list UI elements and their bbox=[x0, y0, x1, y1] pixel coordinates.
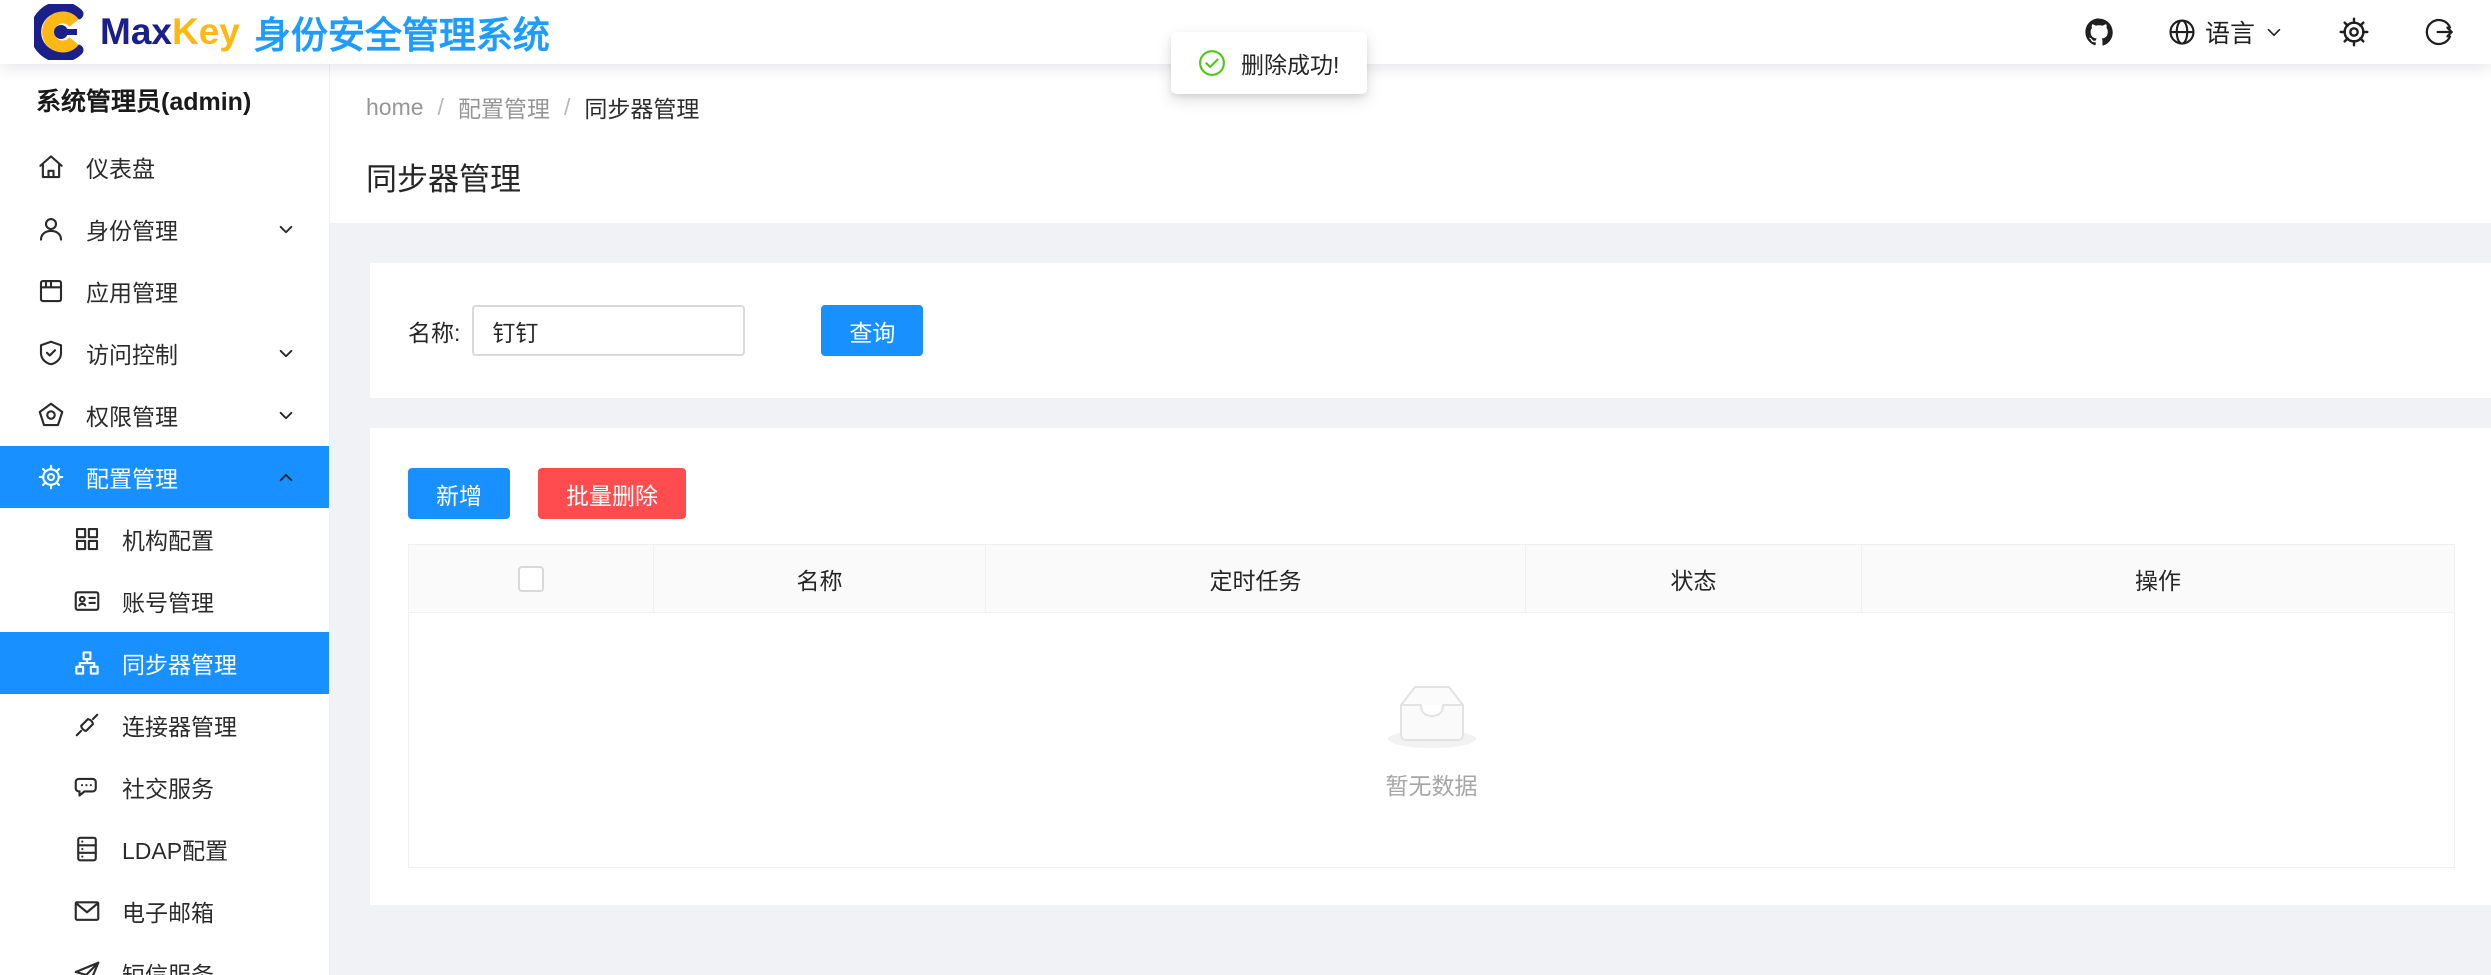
sidebar-menu: 仪表盘身份管理应用管理访问控制权限管理配置管理机构配置账号管理同步器管理连接器管… bbox=[0, 136, 329, 975]
pentagon-icon bbox=[36, 400, 66, 430]
comment-icon bbox=[72, 772, 102, 802]
column-label: 名称 bbox=[797, 568, 843, 594]
query-button[interactable]: 查询 bbox=[821, 305, 923, 356]
brand-name: MaxKey bbox=[100, 11, 240, 53]
sidebar-item-label: 同步器管理 bbox=[122, 646, 299, 680]
sidebar-item-3[interactable]: 访问控制 bbox=[0, 322, 329, 384]
sidebar-item-13[interactable]: 短信服务 bbox=[0, 942, 329, 975]
batch-delete-button[interactable]: 批量删除 bbox=[538, 468, 686, 519]
sidebar-item-label: 连接器管理 bbox=[122, 708, 299, 742]
grid-icon bbox=[72, 524, 102, 554]
brand-logo-link[interactable]: MaxKey 身份安全管理系统 bbox=[34, 4, 550, 60]
send-icon bbox=[72, 958, 102, 975]
sidebar-item-label: 短信服务 bbox=[122, 956, 299, 975]
sidebar-item-label: 身份管理 bbox=[86, 212, 273, 246]
toolbar: 新增 批量删除 bbox=[408, 468, 2491, 519]
column-header-4: 操作 bbox=[1862, 545, 2455, 613]
plug-icon bbox=[72, 710, 102, 740]
sidebar-item-7[interactable]: 账号管理 bbox=[0, 570, 329, 632]
gear-icon bbox=[36, 462, 66, 492]
sidebar-item-4[interactable]: 权限管理 bbox=[0, 384, 329, 446]
page-title: 同步器管理 bbox=[366, 154, 2455, 199]
breadcrumb: home / 配置管理 / 同步器管理 bbox=[366, 90, 2455, 124]
column-header-1: 名称 bbox=[654, 545, 986, 613]
search-panel: 名称: 查询 bbox=[370, 263, 2491, 398]
sidebar-item-label: 账号管理 bbox=[122, 584, 299, 618]
sidebar-item-label: 应用管理 bbox=[86, 274, 299, 308]
sidebar-item-label: 权限管理 bbox=[86, 398, 273, 432]
synchronizer-table: 名称 定时任务 状态 操作 bbox=[408, 544, 2455, 868]
breadcrumb-separator: / bbox=[564, 94, 570, 121]
sidebar-item-1[interactable]: 身份管理 bbox=[0, 198, 329, 260]
header-actions: 语言 bbox=[2083, 14, 2455, 50]
table-panel: 新增 批量删除 名称 定时任务 状态 操作 bbox=[370, 428, 2491, 905]
admin-user-title: 系统管理员(admin) bbox=[0, 64, 329, 136]
shield-icon bbox=[36, 338, 66, 368]
select-all-checkbox[interactable] bbox=[518, 566, 544, 592]
name-field-label: 名称: bbox=[408, 314, 460, 348]
column-label: 操作 bbox=[2135, 568, 2181, 594]
github-icon[interactable] bbox=[2083, 16, 2115, 48]
database-icon bbox=[72, 834, 102, 864]
empty-state: 暂无数据 bbox=[409, 679, 2454, 801]
empty-box-icon bbox=[1379, 679, 1485, 751]
sidebar-item-label: 访问控制 bbox=[86, 336, 273, 370]
cluster-icon bbox=[72, 648, 102, 678]
sidebar-item-label: 机构配置 bbox=[122, 522, 299, 556]
sidebar-item-8[interactable]: 同步器管理 bbox=[0, 632, 329, 694]
globe-icon bbox=[2167, 17, 2197, 47]
empty-text: 暂无数据 bbox=[1386, 767, 1478, 801]
breadcrumb-separator: / bbox=[438, 94, 444, 121]
add-button[interactable]: 新增 bbox=[408, 468, 510, 519]
main-area: home / 配置管理 / 同步器管理 同步器管理 名称: 查询 新增 批量删除 bbox=[330, 64, 2491, 975]
sidebar-item-6[interactable]: 机构配置 bbox=[0, 508, 329, 570]
logout-icon[interactable] bbox=[2423, 16, 2455, 48]
sidebar-item-12[interactable]: 电子邮箱 bbox=[0, 880, 329, 942]
chevron-up-icon bbox=[273, 464, 299, 490]
breadcrumb-item-0[interactable]: home bbox=[366, 94, 424, 121]
idcard-icon bbox=[72, 586, 102, 616]
column-label: 状态 bbox=[1671, 568, 1717, 594]
sidebar-item-label: 电子邮箱 bbox=[122, 894, 299, 928]
column-header-3: 状态 bbox=[1526, 545, 1862, 613]
user-icon bbox=[36, 214, 66, 244]
content: 名称: 查询 新增 批量删除 名称 定时任务 状态 操作 bbox=[330, 223, 2491, 975]
sidebar-item-label: 社交服务 bbox=[122, 770, 299, 804]
brand-subtitle: 身份安全管理系统 bbox=[254, 5, 550, 59]
sidebar-item-2[interactable]: 应用管理 bbox=[0, 260, 329, 322]
mail-icon bbox=[72, 896, 102, 926]
maxkey-admin-app: MaxKey 身份安全管理系统 语言 bbox=[0, 0, 2491, 975]
appstore-icon bbox=[36, 276, 66, 306]
page-header: home / 配置管理 / 同步器管理 同步器管理 bbox=[330, 64, 2491, 223]
home-icon bbox=[36, 152, 66, 182]
language-menu[interactable]: 语言 bbox=[2167, 14, 2285, 50]
sidebar-item-10[interactable]: 社交服务 bbox=[0, 756, 329, 818]
settings-gear-icon[interactable] bbox=[2337, 15, 2371, 49]
chevron-down-icon bbox=[2263, 21, 2285, 43]
breadcrumb-item-2: 同步器管理 bbox=[584, 90, 699, 124]
language-label: 语言 bbox=[2205, 14, 2255, 50]
empty-row: 暂无数据 bbox=[409, 613, 2455, 868]
sidebar-item-label: LDAP配置 bbox=[122, 832, 299, 866]
chevron-down-icon bbox=[273, 402, 299, 428]
check-circle-icon bbox=[1197, 48, 1227, 78]
toast-success: 删除成功! bbox=[1171, 32, 1367, 94]
name-search-input[interactable] bbox=[472, 305, 745, 356]
sidebar: 系统管理员(admin) 仪表盘身份管理应用管理访问控制权限管理配置管理机构配置… bbox=[0, 64, 330, 975]
select-all-column bbox=[409, 545, 654, 613]
column-label: 定时任务 bbox=[1210, 568, 1302, 594]
breadcrumb-item-1[interactable]: 配置管理 bbox=[458, 90, 550, 124]
maxkey-logo-icon bbox=[34, 4, 90, 60]
chevron-down-icon bbox=[273, 340, 299, 366]
sidebar-item-label: 配置管理 bbox=[86, 460, 273, 494]
sidebar-item-label: 仪表盘 bbox=[86, 150, 299, 184]
toast-message: 删除成功! bbox=[1241, 46, 1339, 80]
column-header-2: 定时任务 bbox=[986, 545, 1526, 613]
sidebar-item-0[interactable]: 仪表盘 bbox=[0, 136, 329, 198]
chevron-down-icon bbox=[273, 216, 299, 242]
sidebar-item-9[interactable]: 连接器管理 bbox=[0, 694, 329, 756]
sidebar-item-5[interactable]: 配置管理 bbox=[0, 446, 329, 508]
sidebar-item-11[interactable]: LDAP配置 bbox=[0, 818, 329, 880]
